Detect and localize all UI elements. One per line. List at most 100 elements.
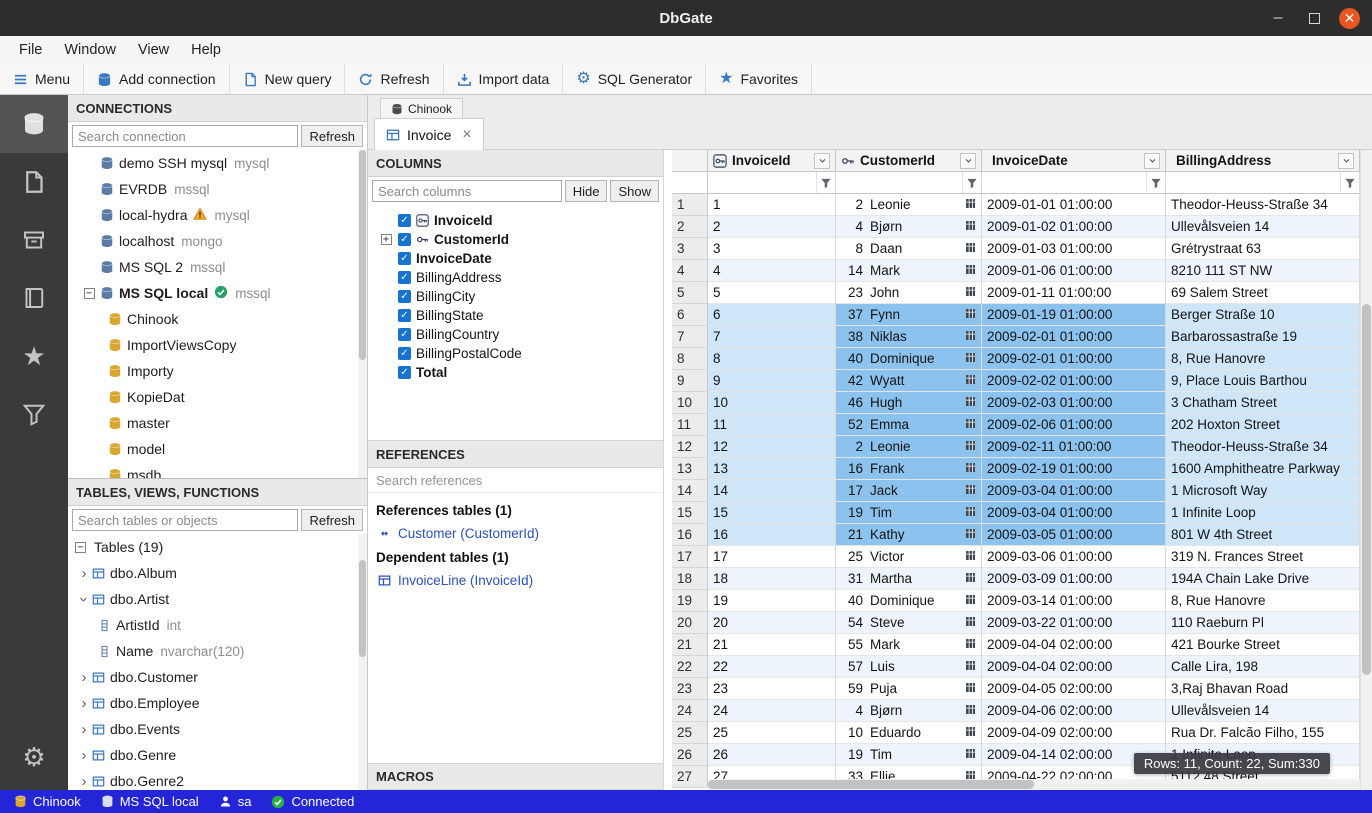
cell-billingaddress[interactable]: 8, Rue Hanovre bbox=[1166, 590, 1360, 612]
cell-invoicedate[interactable]: 2009-02-06 01:00:00 bbox=[982, 414, 1166, 436]
cell-customerid[interactable]: 4Bjørn bbox=[836, 216, 982, 238]
cell-billingaddress[interactable]: Ullevålsveien 14 bbox=[1166, 700, 1360, 722]
table-item-dbo-events[interactable]: ›dbo.Events bbox=[68, 716, 367, 742]
cell-invoicedate[interactable]: 2009-03-14 01:00:00 bbox=[982, 590, 1166, 612]
column-row-billingcountry[interactable]: ✓BillingCountry bbox=[368, 325, 663, 344]
minimize-icon[interactable]: – bbox=[1267, 7, 1289, 29]
tab-invoice[interactable]: Invoice × bbox=[374, 118, 484, 150]
filter-input-invoicedate[interactable] bbox=[982, 172, 1146, 193]
chevron-right-icon[interactable]: › bbox=[76, 565, 92, 582]
tables-search-input[interactable] bbox=[72, 509, 298, 531]
row-number[interactable]: 26 bbox=[672, 744, 708, 766]
open-reference-icon[interactable] bbox=[965, 241, 976, 256]
cell-billingaddress[interactable]: Calle Lira, 198 bbox=[1166, 656, 1360, 678]
cell-invoiceid[interactable]: 12 bbox=[708, 436, 836, 458]
cell-billingaddress[interactable]: 319 N. Frances Street bbox=[1166, 546, 1360, 568]
cell-billingaddress[interactable]: 8, Rue Hanovre bbox=[1166, 348, 1360, 370]
cell-billingaddress[interactable]: 69 Salem Street bbox=[1166, 282, 1360, 304]
column-row-billingaddress[interactable]: ✓BillingAddress bbox=[368, 268, 663, 287]
open-reference-icon[interactable] bbox=[965, 527, 976, 542]
cell-customerid[interactable]: 57Luis bbox=[836, 656, 982, 678]
filter-input-customerid[interactable] bbox=[836, 172, 962, 193]
row-number[interactable]: 2 bbox=[672, 216, 708, 238]
cell-invoicedate[interactable]: 2009-03-05 01:00:00 bbox=[982, 524, 1166, 546]
activitybar-files[interactable] bbox=[0, 153, 68, 211]
filter-icon[interactable] bbox=[1146, 172, 1165, 193]
cell-invoiceid[interactable]: 20 bbox=[708, 612, 836, 634]
cell-customerid[interactable]: 54Steve bbox=[836, 612, 982, 634]
cell-invoiceid[interactable]: 21 bbox=[708, 634, 836, 656]
checkbox-checked[interactable]: ✓ bbox=[398, 347, 411, 360]
cell-customerid[interactable]: 2Leonie bbox=[836, 194, 982, 216]
cell-invoicedate[interactable]: 2009-04-05 02:00:00 bbox=[982, 678, 1166, 700]
filter-icon[interactable] bbox=[1340, 172, 1359, 193]
cell-invoiceid[interactable]: 5 bbox=[708, 282, 836, 304]
cell-invoicedate[interactable]: 2009-04-04 02:00:00 bbox=[982, 634, 1166, 656]
chevron-down-icon[interactable]: › bbox=[76, 591, 93, 607]
column-menu-icon[interactable] bbox=[814, 153, 830, 169]
chevron-right-icon[interactable]: › bbox=[76, 695, 92, 712]
menu-file[interactable]: File bbox=[8, 36, 53, 64]
open-reference-icon[interactable] bbox=[965, 659, 976, 674]
cell-billingaddress[interactable]: 3 Chatham Street bbox=[1166, 392, 1360, 414]
table-item-dbo-genre[interactable]: ›dbo.Genre bbox=[68, 742, 367, 768]
cell-billingaddress[interactable]: 110 Raeburn Pl bbox=[1166, 612, 1360, 634]
filter-icon[interactable] bbox=[816, 172, 835, 193]
chevron-right-icon[interactable]: › bbox=[76, 669, 92, 686]
toolbar-favorites-button[interactable]: ★Favorites bbox=[706, 64, 812, 94]
cell-invoiceid[interactable]: 17 bbox=[708, 546, 836, 568]
toolbar-refresh-button[interactable]: Refresh bbox=[345, 64, 443, 94]
cell-billingaddress[interactable]: 8210 111 ST NW bbox=[1166, 260, 1360, 282]
open-reference-icon[interactable] bbox=[965, 439, 976, 454]
activitybar-history[interactable] bbox=[0, 269, 68, 327]
cell-invoiceid[interactable]: 15 bbox=[708, 502, 836, 524]
collapse-expander[interactable]: − bbox=[84, 288, 95, 299]
cell-invoicedate[interactable]: 2009-04-04 02:00:00 bbox=[982, 656, 1166, 678]
column-row-invoiceid[interactable]: ✓InvoiceId bbox=[368, 211, 663, 230]
row-number[interactable]: 1 bbox=[672, 194, 708, 216]
open-reference-icon[interactable] bbox=[965, 681, 976, 696]
open-reference-icon[interactable] bbox=[965, 329, 976, 344]
column-menu-icon[interactable] bbox=[1144, 153, 1160, 169]
checkbox-checked[interactable]: ✓ bbox=[398, 366, 411, 379]
cell-billingaddress[interactable]: Barbarossastraße 19 bbox=[1166, 326, 1360, 348]
column-header-customerid[interactable]: CustomerId bbox=[836, 150, 982, 172]
table-item-dbo-artist[interactable]: ›dbo.Artist bbox=[68, 586, 367, 612]
cell-invoiceid[interactable]: 22 bbox=[708, 656, 836, 678]
open-reference-icon[interactable] bbox=[965, 219, 976, 234]
connection-item-local-hydra[interactable]: local-hydramysql bbox=[68, 202, 367, 228]
connection-item-localhost[interactable]: localhostmongo bbox=[68, 228, 367, 254]
open-reference-icon[interactable] bbox=[965, 285, 976, 300]
checkbox-checked[interactable]: ✓ bbox=[398, 252, 411, 265]
column-menu-icon[interactable] bbox=[1338, 153, 1354, 169]
cell-customerid[interactable]: 46Hugh bbox=[836, 392, 982, 414]
open-reference-icon[interactable] bbox=[965, 703, 976, 718]
table-item-dbo-customer[interactable]: ›dbo.Customer bbox=[68, 664, 367, 690]
cell-invoicedate[interactable]: 2009-03-04 01:00:00 bbox=[982, 480, 1166, 502]
cell-billingaddress[interactable]: Rua Dr. Falcão Filho, 155 bbox=[1166, 722, 1360, 744]
toolbar-menu-button[interactable]: Menu bbox=[0, 64, 84, 94]
statusbar-status[interactable]: Connected bbox=[261, 790, 364, 813]
cell-customerid[interactable]: 19Tim bbox=[836, 502, 982, 524]
chevron-right-icon[interactable]: › bbox=[76, 747, 92, 764]
toolbar-new-query-button[interactable]: New query bbox=[230, 64, 346, 94]
cell-customerid[interactable]: 40Dominique bbox=[836, 348, 982, 370]
cell-billingaddress[interactable]: 801 W 4th Street bbox=[1166, 524, 1360, 546]
cell-billingaddress[interactable]: 194A Chain Lake Drive bbox=[1166, 568, 1360, 590]
cell-invoiceid[interactable]: 25 bbox=[708, 722, 836, 744]
cell-invoiceid[interactable]: 1 bbox=[708, 194, 836, 216]
cell-customerid[interactable]: 42Wyatt bbox=[836, 370, 982, 392]
open-reference-icon[interactable] bbox=[965, 505, 976, 520]
column-header-billingaddress[interactable]: BillingAddress bbox=[1166, 150, 1360, 172]
database-tab-chinook[interactable]: Chinook bbox=[380, 98, 463, 118]
macros-panel-header[interactable]: MACROS bbox=[368, 763, 663, 790]
open-reference-icon[interactable] bbox=[965, 351, 976, 366]
row-number[interactable]: 27 bbox=[672, 766, 708, 788]
cell-invoicedate[interactable]: 2009-02-02 01:00:00 bbox=[982, 370, 1166, 392]
column-item-artistid[interactable]: ArtistIdint bbox=[68, 612, 367, 638]
cell-billingaddress[interactable]: 1600 Amphitheatre Parkway bbox=[1166, 458, 1360, 480]
cell-invoiceid[interactable]: 6 bbox=[708, 304, 836, 326]
open-reference-icon[interactable] bbox=[965, 461, 976, 476]
checkbox-checked[interactable]: ✓ bbox=[398, 290, 411, 303]
cell-customerid[interactable]: 40Dominique bbox=[836, 590, 982, 612]
